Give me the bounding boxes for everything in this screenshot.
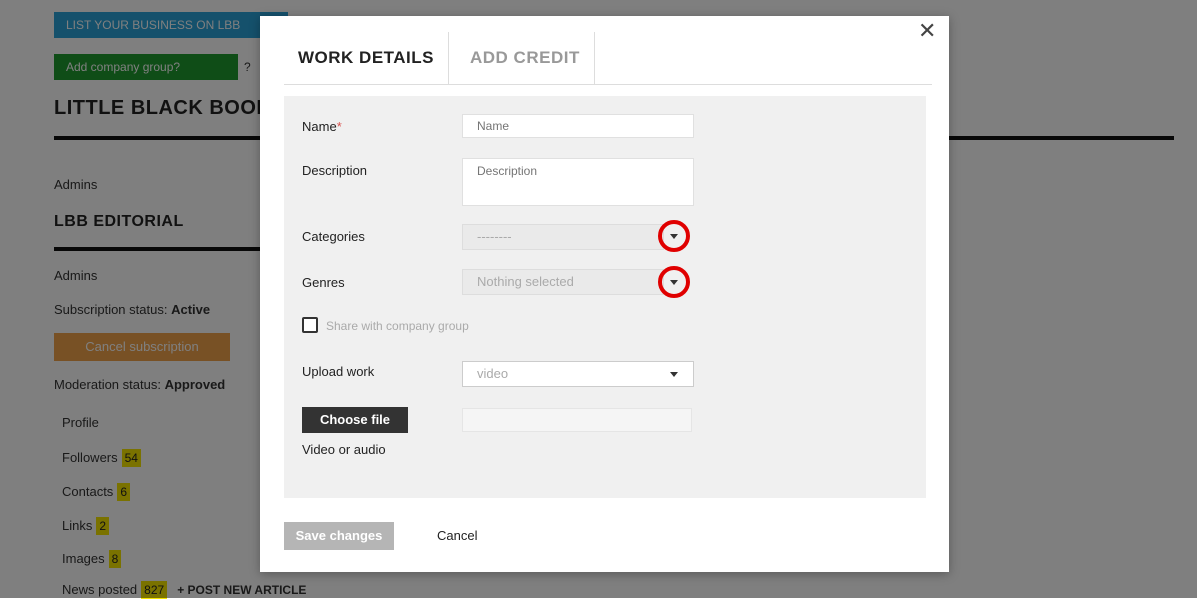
upload-type-select[interactable]: video xyxy=(462,361,694,387)
work-form: Name* Description Categories -------- Ge… xyxy=(284,96,926,498)
save-changes-button[interactable]: Save changes xyxy=(284,522,394,550)
work-details-modal: ✕ WORK DETAILS ADD CREDIT Name* Descript… xyxy=(260,16,949,572)
upload-type-value: video xyxy=(477,366,509,381)
file-name-field[interactable] xyxy=(462,408,692,432)
chevron-down-icon[interactable] xyxy=(670,234,678,239)
categories-label: Categories xyxy=(302,229,365,244)
genres-select[interactable]: Nothing selected xyxy=(462,269,664,295)
file-hint: Video or audio xyxy=(302,442,386,457)
tab-work-details[interactable]: WORK DETAILS xyxy=(284,32,450,84)
description-label: Description xyxy=(302,163,368,178)
modal-tabs: WORK DETAILS ADD CREDIT xyxy=(284,32,932,85)
chevron-down-icon[interactable] xyxy=(670,372,678,377)
upload-work-label: Upload work xyxy=(302,364,375,379)
share-checkbox[interactable] xyxy=(302,317,318,333)
description-input[interactable] xyxy=(462,158,694,206)
name-input[interactable] xyxy=(462,114,694,138)
chevron-down-icon[interactable] xyxy=(670,280,678,285)
genres-value: Nothing selected xyxy=(477,274,574,289)
name-label-text: Name xyxy=(302,119,337,134)
categories-value: -------- xyxy=(477,229,512,244)
share-label: Share with company group xyxy=(326,319,469,333)
categories-select[interactable]: -------- xyxy=(462,224,664,250)
genres-label: Genres xyxy=(302,275,345,290)
tab-add-credit[interactable]: ADD CREDIT xyxy=(456,32,595,84)
choose-file-button[interactable]: Choose file xyxy=(302,407,408,433)
required-mark: * xyxy=(336,119,342,134)
cancel-button[interactable]: Cancel xyxy=(437,528,477,543)
name-label: Name* xyxy=(302,119,342,134)
